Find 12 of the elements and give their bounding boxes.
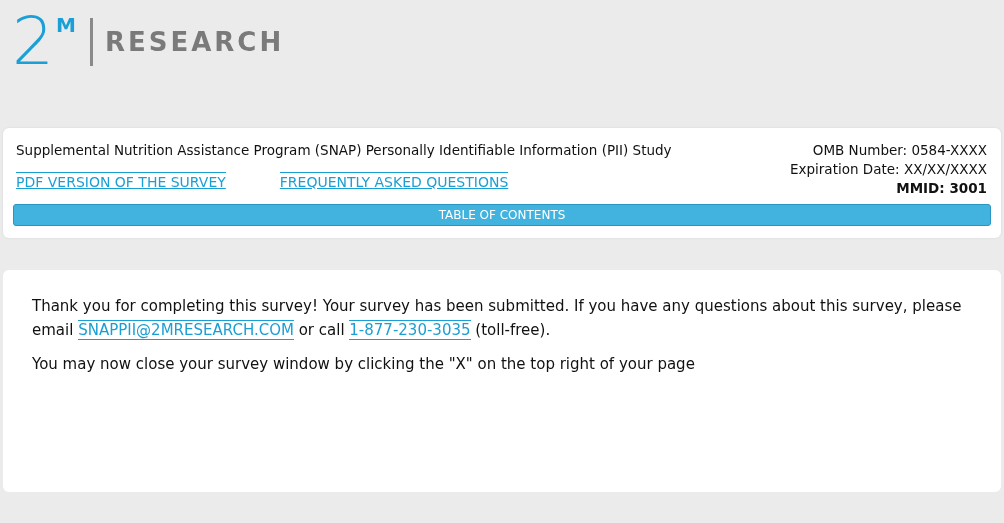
study-title: Supplemental Nutrition Assistance Program (SNAP) Personally Identifiable Information (PII) Study	[16, 142, 672, 158]
header-link[interactable]: FREQUENTLY ASKED QUESTIONS	[279, 172, 509, 190]
mmid-label: MMID: 3001	[896, 180, 987, 196]
logo-text: RESEARCH	[104, 27, 285, 57]
expiration-date: Expiration Date: XX/XX/XXXX	[790, 161, 987, 177]
table-of-contents-button[interactable]: TABLE OF CONTENTS	[13, 204, 991, 226]
confirmation-message: Thank you for completing this survey! Your survey has been submitted. If you have any questions about this survey, please email SNAPPII@2MRESEARCH.COM or call 1-877-230-3035 (toll-free).	[32, 296, 963, 342]
email-link[interactable]: SNAPPII@2MRESEARCH.COM	[78, 320, 294, 340]
omb-number: OMB Number: 0584-XXXX	[812, 142, 987, 158]
phone-link[interactable]: 1-877-230-3035	[349, 320, 471, 340]
closing-instruction: You may now close your survey window by clicking the "X" on the top right of your page	[32, 354, 696, 375]
header-link[interactable]: PDF VERSION OF THE SURVEY	[16, 172, 226, 190]
